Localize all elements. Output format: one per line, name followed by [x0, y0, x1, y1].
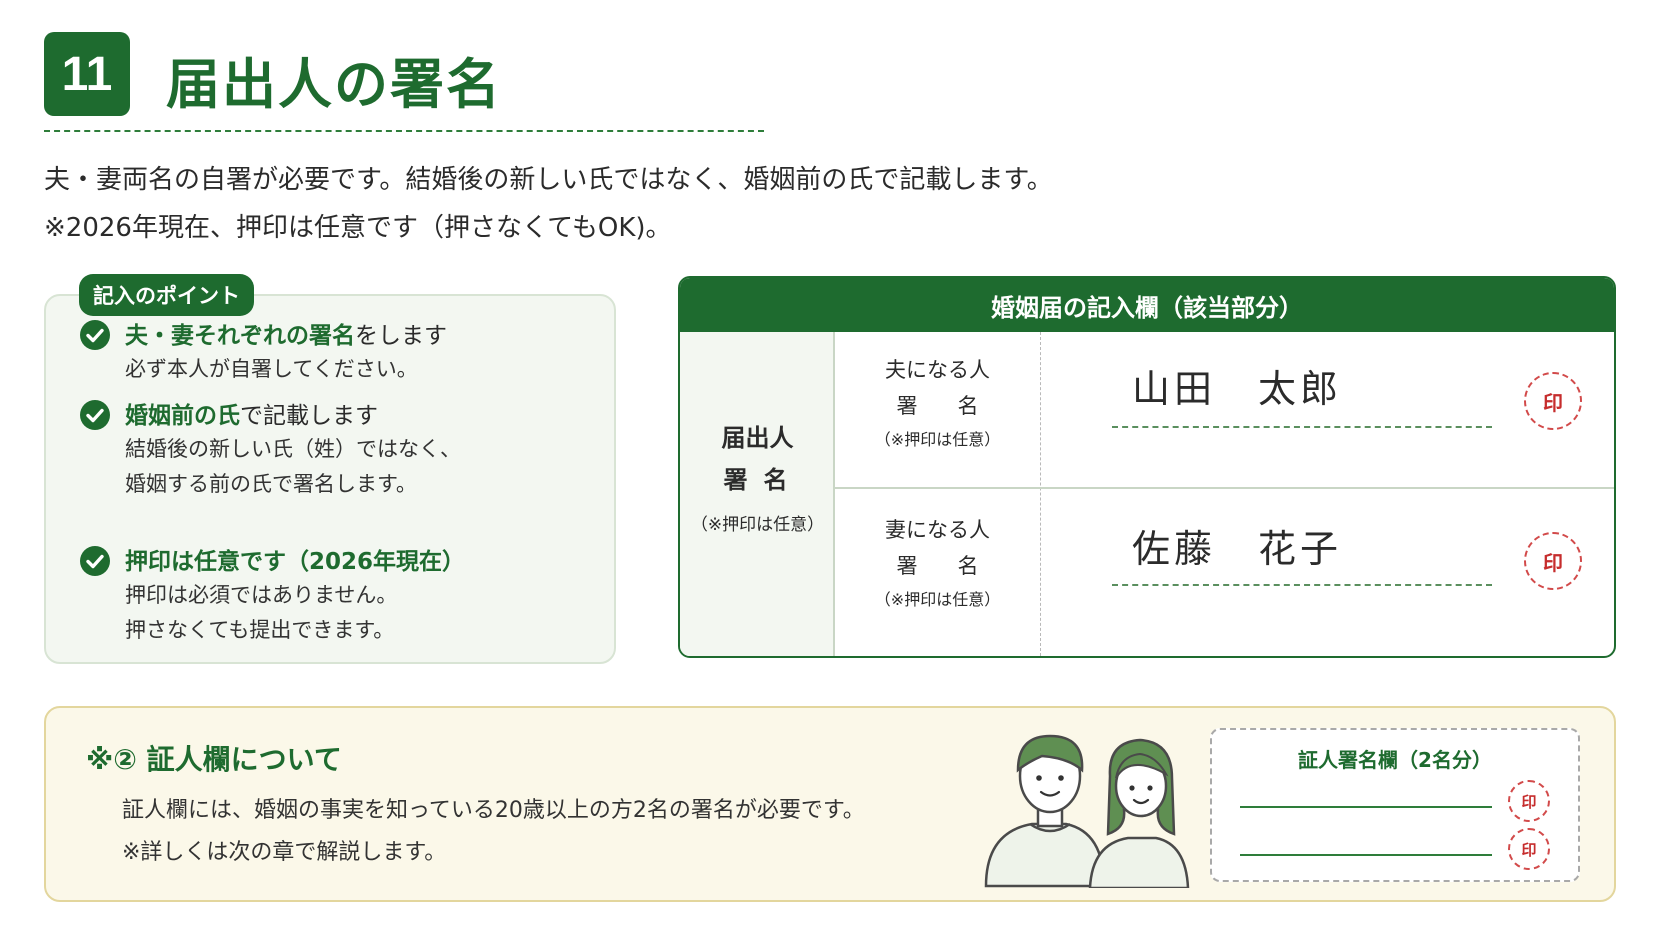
intro-text: 夫・妻両名の自署が必要です。結婚後の新しい氏ではなく、婚姻前の氏で記載します。 … — [44, 156, 1053, 252]
column-divider — [1040, 332, 1041, 656]
page: 11 届出人の署名 夫・妻両名の自署が必要です。結婚後の新しい氏ではなく、婚姻前… — [0, 0, 1672, 941]
intro-line-1: 夫・妻両名の自署が必要です。結婚後の新しい氏ではなく、婚姻前の氏で記載します。 — [44, 165, 1053, 195]
man-icon — [984, 734, 1106, 888]
form-side-label: 届出人 署名 （※押印は任意） — [680, 332, 835, 656]
witness-signature-form: 証人署名欄（2名分） 印 印 — [1210, 728, 1580, 882]
point-title: 押印は任意です（2026年現在） — [125, 549, 466, 575]
wife-signature: 佐藤 花子 — [1132, 527, 1343, 571]
point-title: 婚姻前の氏で記載します — [125, 403, 378, 429]
point-title: 夫・妻それぞれの署名をします — [125, 323, 447, 349]
title-divider — [44, 130, 764, 132]
wife-seal: 印 — [1524, 532, 1582, 590]
witness-signature-line-1 — [1240, 806, 1492, 808]
wife-label: 妻になる人 署名 （※押印は任意） — [874, 518, 1019, 609]
witness-seal-2: 印 — [1508, 828, 1550, 870]
witness-title: ※② 証人欄について — [86, 743, 342, 776]
point-description: 必ず本人が自署してください。 — [125, 357, 418, 381]
page-title: 届出人の署名 — [166, 53, 502, 116]
form-header: 婚姻届の記入欄（該当部分） — [680, 278, 1614, 332]
witness-people-illustration — [984, 734, 1190, 888]
witness-signature-line-2 — [1240, 854, 1492, 856]
side-label-line-2: 署名 — [723, 466, 804, 494]
wife-signature-line — [1112, 584, 1492, 586]
intro-line-2: ※2026年現在、押印は任意です（押さなくてもOK)。 — [44, 213, 672, 243]
point-description: 押印は必須ではありません。 押さなくても提出できます。 — [125, 583, 398, 642]
witness-desc-line-2: ※詳しくは次の章で解説します。 — [122, 840, 447, 865]
husband-signature-line — [1112, 426, 1492, 428]
marriage-form-excerpt: 婚姻届の記入欄（該当部分） 届出人 署名 （※押印は任意） 夫になる人 署名 （… — [678, 276, 1616, 658]
side-label-note: （※押印は任意） — [690, 515, 825, 535]
witness-desc-line-1: 証人欄には、婚姻の事実を知っている20歳以上の方2名の署名が必要です。 — [122, 798, 865, 823]
points-tag: 記入のポイント — [79, 274, 254, 316]
witness-form-title: 証人署名欄（2名分） — [1298, 748, 1492, 772]
check-circle-icon — [80, 320, 110, 350]
check-circle-icon — [80, 546, 110, 576]
side-label-line-1: 届出人 — [721, 424, 794, 452]
witness-description: 証人欄には、婚姻の事実を知っている20歳以上の方2名の署名が必要です。 ※詳しく… — [122, 790, 865, 874]
check-circle-icon — [80, 400, 110, 430]
witness-seal-1: 印 — [1508, 780, 1550, 822]
row-divider — [835, 487, 1614, 489]
husband-seal: 印 — [1524, 372, 1582, 430]
husband-label: 夫になる人 署名 （※押印は任意） — [874, 358, 1019, 449]
section-number-badge: 11 — [44, 32, 130, 116]
woman-icon — [1088, 738, 1190, 888]
point-description: 結婚後の新しい氏（姓）ではなく、 婚姻する前の氏で署名します。 — [125, 437, 461, 496]
husband-signature: 山田 太郎 — [1132, 367, 1343, 411]
